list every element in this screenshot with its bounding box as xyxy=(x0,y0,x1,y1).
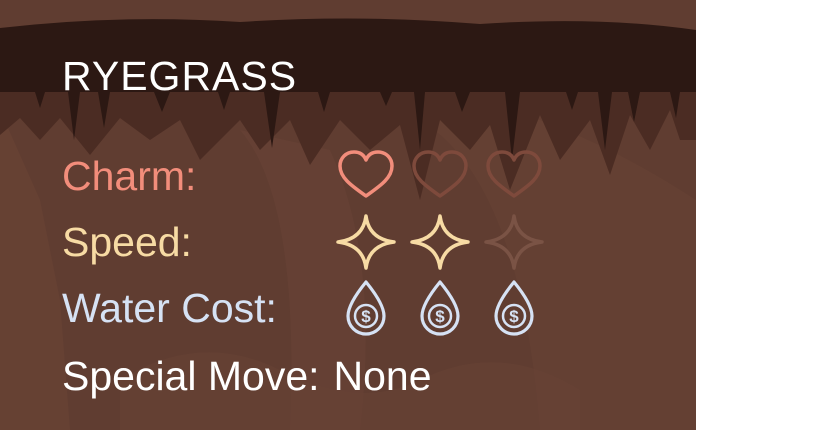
dollar-glyph: $ xyxy=(435,307,445,326)
dollar-glyph: $ xyxy=(361,307,371,326)
sparkle-icon xyxy=(334,212,398,272)
water-cost-label: Water Cost: xyxy=(62,285,277,331)
heart-icon xyxy=(482,146,546,206)
special-move-value: None xyxy=(333,353,432,399)
sparkle-icon xyxy=(408,212,472,272)
speed-label: Speed: xyxy=(62,219,192,265)
water-drop-dollar-icon: $ xyxy=(408,278,472,338)
water-drop-dollar-icon: $ xyxy=(482,278,546,338)
plant-stat-card: RYEGRASS Charm: Speed: Water Cost: $ $ $… xyxy=(0,0,696,430)
plant-name-title: RYEGRASS xyxy=(62,53,298,99)
special-move-label: Special Move: xyxy=(62,353,320,399)
sparkle-icon xyxy=(482,212,546,272)
dollar-glyph: $ xyxy=(509,307,519,326)
charm-label: Charm: xyxy=(62,153,197,199)
heart-icon xyxy=(334,146,398,206)
special-move-text: Special Move: None xyxy=(62,346,432,406)
water-drop-dollar-icon: $ xyxy=(334,278,398,338)
heart-icon xyxy=(408,146,472,206)
